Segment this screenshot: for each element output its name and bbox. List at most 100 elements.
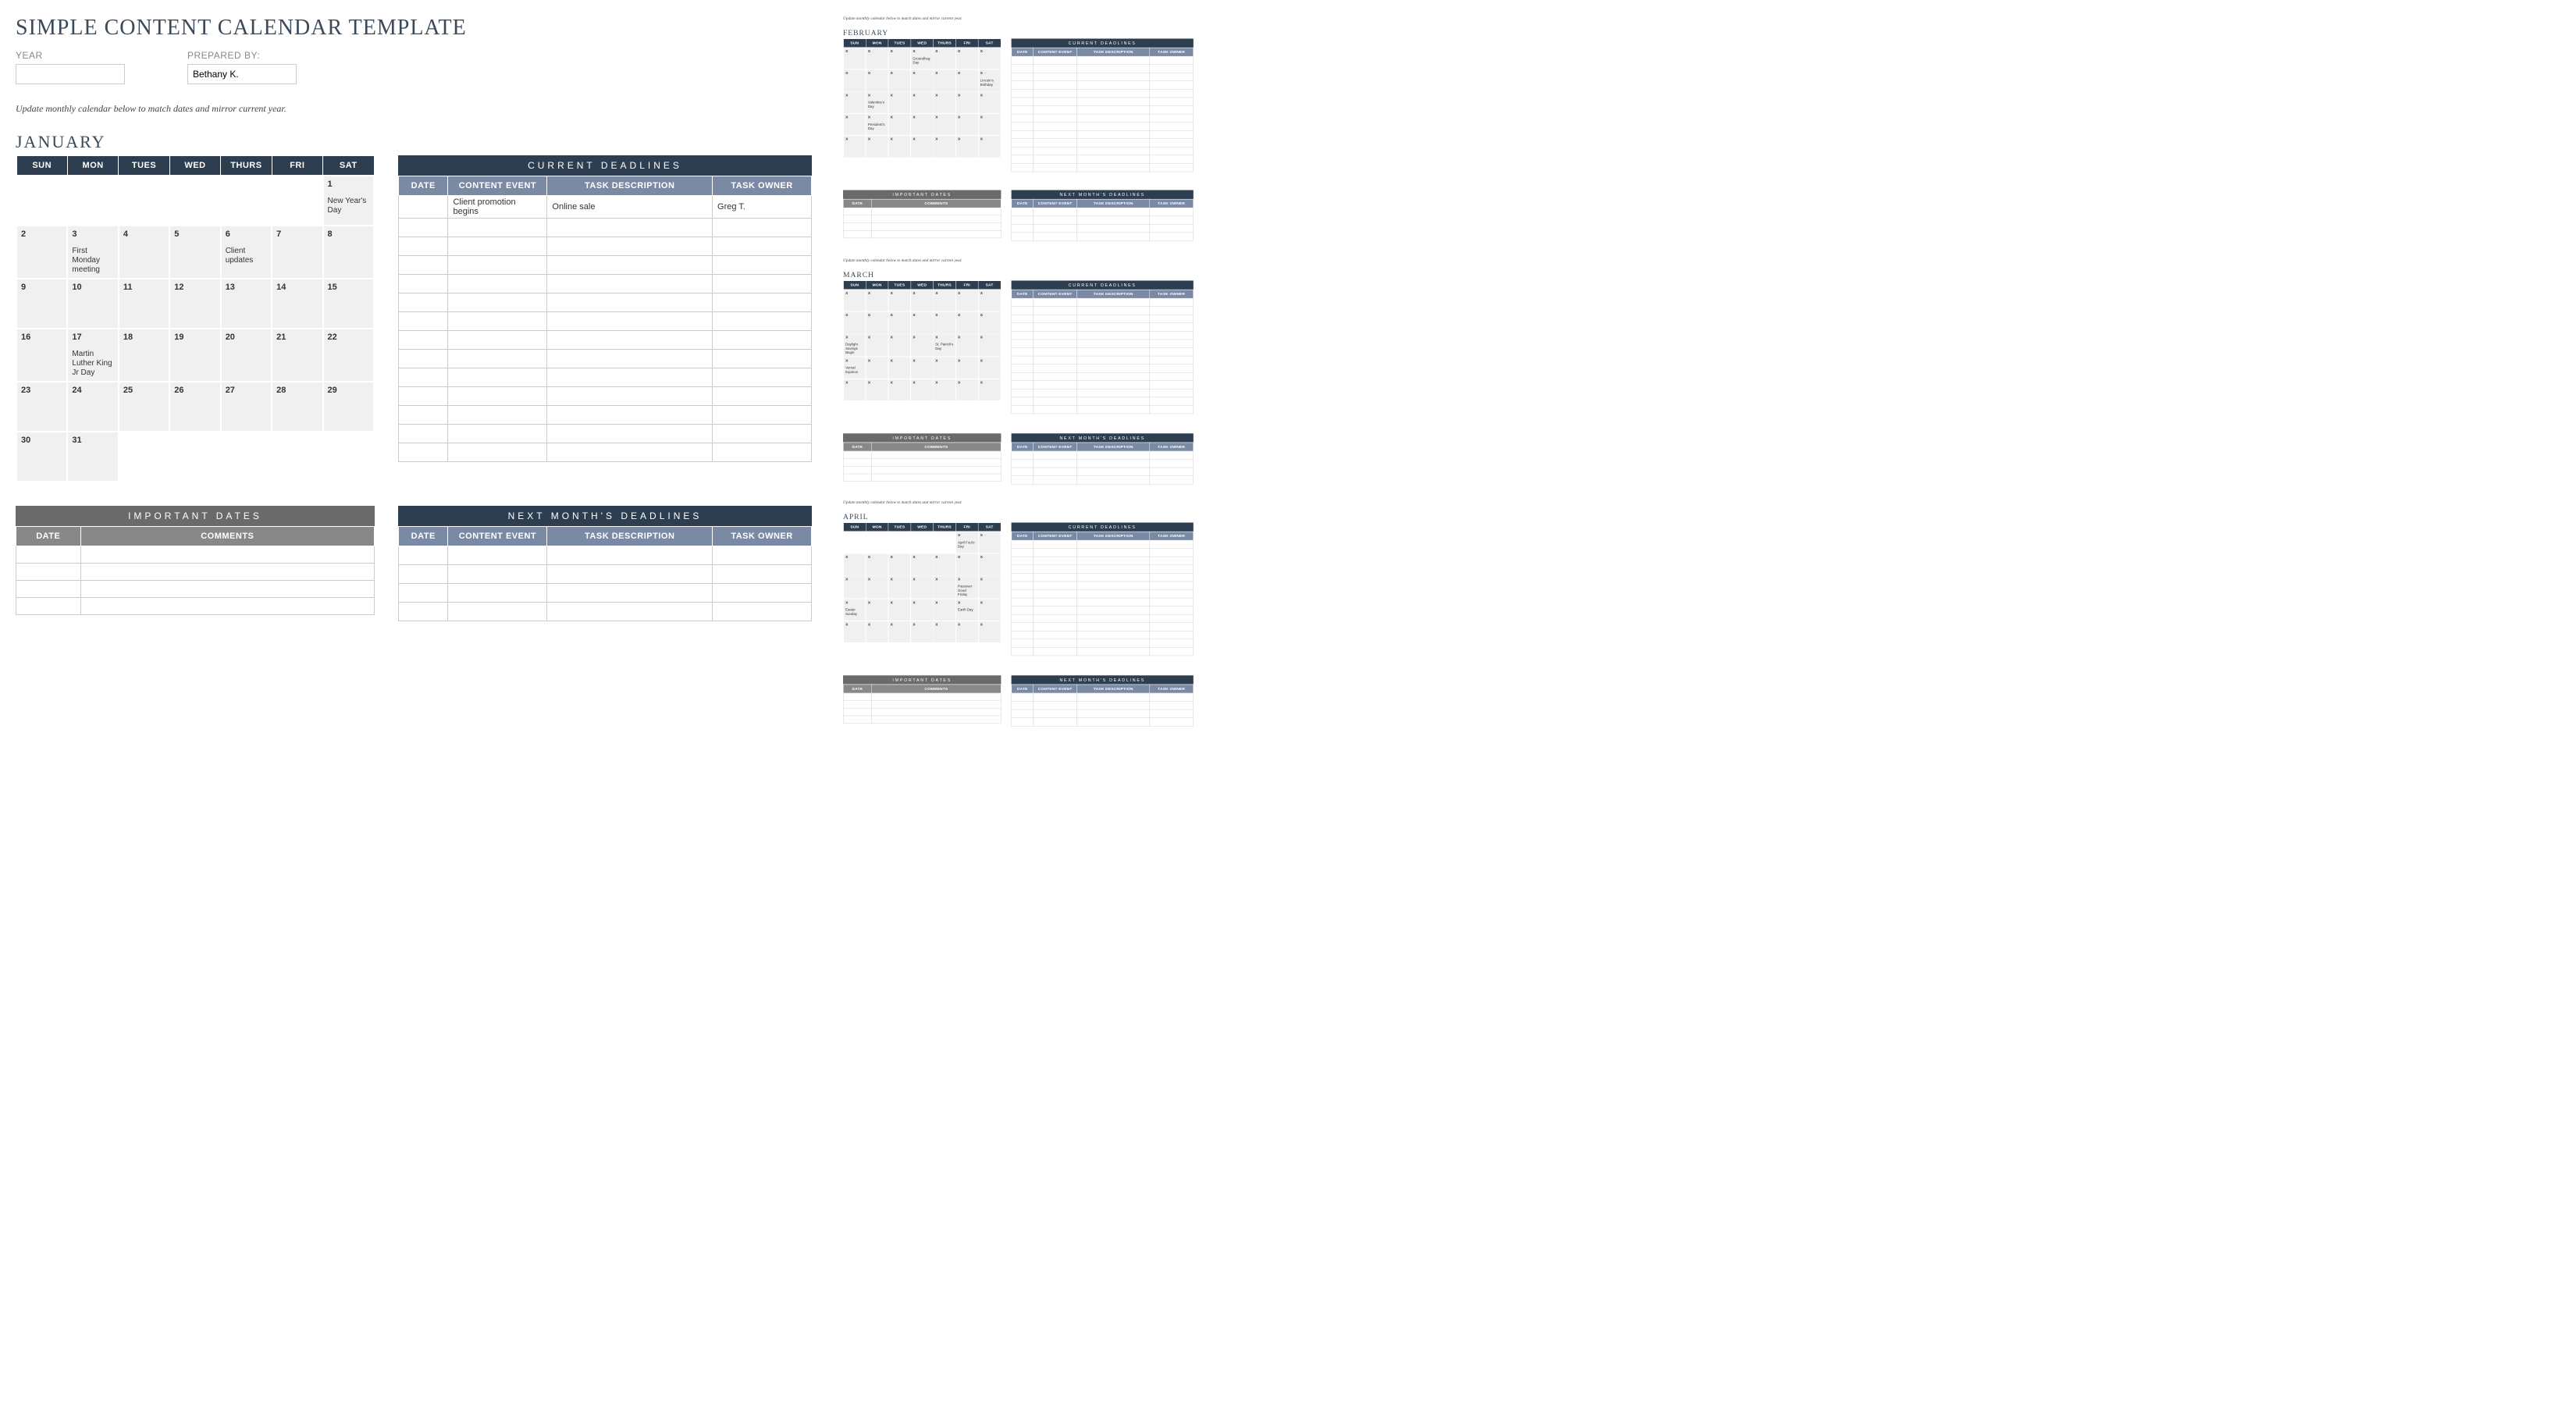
calendar-cell[interactable]: 3First Monday meeting [67, 226, 118, 279]
calendar-cell[interactable] [888, 532, 911, 553]
table-cell[interactable] [1150, 476, 1194, 485]
table-cell[interactable] [1150, 590, 1194, 599]
calendar-cell[interactable] [978, 642, 1001, 664]
table-cell[interactable] [1012, 451, 1034, 460]
table-cell[interactable] [399, 275, 448, 293]
table-cell[interactable] [547, 387, 713, 406]
table-cell[interactable] [1150, 372, 1194, 381]
table-cell[interactable] [1150, 582, 1194, 590]
table-cell[interactable] [872, 716, 1002, 724]
table-cell[interactable] [1012, 631, 1034, 639]
table-cell[interactable] [80, 598, 374, 615]
table-cell[interactable] [1150, 139, 1194, 148]
calendar-cell[interactable]: X [934, 357, 956, 379]
table-cell[interactable] [547, 237, 713, 256]
table-cell[interactable] [843, 459, 871, 467]
calendar-cell[interactable]: 4 [119, 226, 169, 279]
table-cell[interactable] [547, 406, 713, 425]
table-cell[interactable] [1034, 89, 1077, 98]
table-cell[interactable] [1077, 298, 1150, 307]
table-cell[interactable] [547, 256, 713, 275]
calendar-cell[interactable]: X [934, 290, 956, 311]
table-cell[interactable] [1077, 582, 1150, 590]
calendar-cell[interactable]: 30 [16, 432, 67, 482]
calendar-cell[interactable] [323, 432, 374, 482]
table-cell[interactable] [399, 293, 448, 312]
table-cell[interactable] [399, 368, 448, 387]
table-cell[interactable] [399, 546, 448, 565]
table-cell[interactable] [1012, 98, 1034, 106]
table-cell[interactable] [1034, 565, 1077, 574]
table-cell[interactable] [1150, 114, 1194, 123]
calendar-cell[interactable]: 22 [323, 329, 374, 382]
table-cell[interactable] [1150, 123, 1194, 131]
table-cell[interactable] [399, 331, 448, 350]
table-cell[interactable] [1012, 623, 1034, 631]
table-cell[interactable] [399, 196, 448, 219]
table-cell[interactable] [1077, 623, 1150, 631]
table-cell[interactable] [1034, 216, 1077, 225]
calendar-cell[interactable]: X [978, 553, 1001, 575]
table-cell[interactable] [713, 331, 812, 350]
table-cell[interactable] [1077, 557, 1150, 565]
calendar-cell[interactable] [221, 176, 272, 226]
calendar-cell[interactable] [272, 176, 322, 226]
table-cell[interactable] [872, 208, 1002, 215]
table-cell[interactable] [843, 708, 871, 716]
table-cell[interactable] [16, 581, 81, 598]
calendar-cell[interactable]: 2 [16, 226, 67, 279]
table-cell[interactable] [1012, 397, 1034, 406]
calendar-cell[interactable]: 17Martin Luther King Jr Day [67, 329, 118, 382]
table-cell[interactable] [713, 406, 812, 425]
table-cell[interactable] [1077, 348, 1150, 357]
calendar-cell[interactable]: X [934, 311, 956, 333]
table-cell[interactable] [1012, 73, 1034, 81]
calendar-cell[interactable]: X [955, 113, 978, 135]
table-cell[interactable] [1034, 365, 1077, 373]
table-cell[interactable] [1012, 298, 1034, 307]
table-cell[interactable] [1012, 365, 1034, 373]
table-cell[interactable] [1012, 147, 1034, 155]
table-cell[interactable] [1150, 647, 1194, 656]
table-cell[interactable] [448, 584, 547, 603]
table-cell[interactable] [1150, 81, 1194, 90]
table-cell[interactable] [1012, 557, 1034, 565]
table-cell[interactable] [448, 368, 547, 387]
calendar-cell[interactable]: XDaylight Savings Begin [843, 333, 866, 357]
table-cell[interactable] [547, 293, 713, 312]
table-cell[interactable] [713, 312, 812, 331]
calendar-cell[interactable]: 16 [16, 329, 67, 382]
calendar-cell[interactable]: 7 [272, 226, 322, 279]
calendar-cell[interactable]: X [978, 91, 1001, 113]
table-cell[interactable] [1012, 81, 1034, 90]
table-cell[interactable] [1034, 460, 1077, 468]
calendar-cell[interactable]: X [866, 599, 888, 621]
table-cell[interactable] [1012, 123, 1034, 131]
table-cell[interactable] [399, 387, 448, 406]
calendar-cell[interactable]: 1New Year's Day [323, 176, 374, 226]
calendar-cell[interactable]: X [866, 553, 888, 575]
table-cell[interactable] [1077, 573, 1150, 582]
table-cell[interactable] [1034, 114, 1077, 123]
table-cell[interactable] [1077, 56, 1150, 65]
calendar-cell[interactable]: X [888, 91, 911, 113]
table-cell[interactable] [1150, 468, 1194, 476]
table-cell[interactable] [1077, 315, 1150, 323]
table-cell[interactable] [872, 459, 1002, 467]
calendar-cell[interactable]: XPresident's Day [866, 113, 888, 135]
table-cell[interactable] [843, 474, 871, 482]
table-cell[interactable] [1012, 89, 1034, 98]
table-cell[interactable] [1150, 693, 1194, 702]
calendar-cell[interactable]: X [911, 357, 934, 379]
table-cell[interactable] [1150, 549, 1194, 557]
table-cell[interactable] [1077, 65, 1150, 73]
table-cell[interactable] [1012, 56, 1034, 65]
table-cell[interactable] [713, 584, 812, 603]
table-cell[interactable] [1077, 639, 1150, 648]
table-cell[interactable] [1077, 389, 1150, 397]
calendar-cell[interactable]: X [911, 113, 934, 135]
table-cell[interactable] [1150, 340, 1194, 348]
table-cell[interactable] [1012, 405, 1034, 414]
table-cell[interactable] [547, 546, 713, 565]
table-cell[interactable] [1012, 381, 1034, 389]
